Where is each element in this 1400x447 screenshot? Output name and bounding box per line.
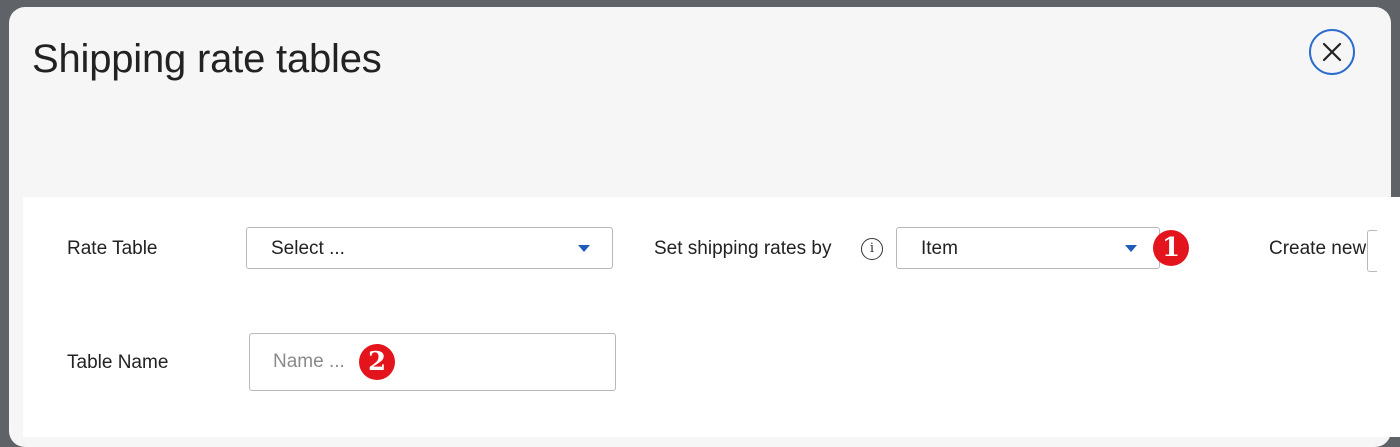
chevron-down-icon	[1125, 245, 1137, 252]
callout-badge-2: 2	[359, 344, 395, 380]
dialog-title: Shipping rate tables	[32, 37, 382, 81]
create-new-select[interactable]	[1367, 230, 1377, 272]
close-button[interactable]	[1309, 29, 1355, 75]
info-icon[interactable]: i	[861, 238, 883, 260]
table-name-label: Table Name	[67, 352, 169, 373]
table-name-input[interactable]	[250, 334, 615, 390]
callout-badge-1: 1	[1153, 230, 1189, 266]
create-new-label: Create new	[1269, 238, 1367, 259]
rate-table-label: Rate Table	[67, 238, 158, 259]
chevron-down-icon	[578, 245, 590, 252]
set-shipping-rates-by-select[interactable]: Item	[896, 227, 1160, 269]
set-shipping-rates-by-label: Set shipping rates by	[654, 238, 832, 259]
rate-table-select-value: Select ...	[271, 238, 345, 259]
set-shipping-rates-by-value: Item	[921, 238, 958, 259]
close-icon	[1322, 42, 1342, 62]
form-panel: Rate Table Select ... Set shipping rates…	[23, 197, 1400, 437]
rate-table-select[interactable]: Select ...	[246, 227, 613, 269]
table-name-field[interactable]	[249, 333, 616, 391]
